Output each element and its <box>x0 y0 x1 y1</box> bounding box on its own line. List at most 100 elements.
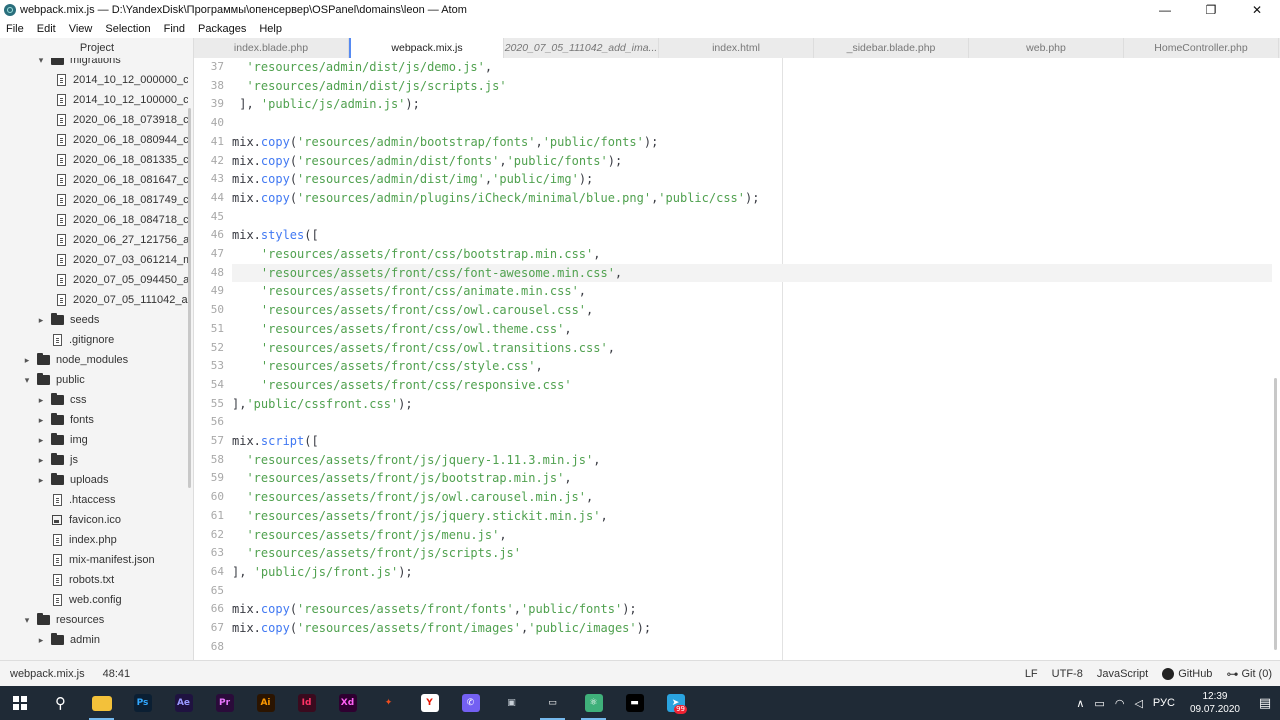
chevron-right-icon[interactable]: ▸ <box>36 315 46 326</box>
status-line-ending[interactable]: LF <box>1025 668 1038 680</box>
tray-chevron-up-icon[interactable]: ∧ <box>1076 697 1084 710</box>
menu-file[interactable]: File <box>0 23 31 35</box>
taskbar-app[interactable]: ▬ <box>614 686 655 720</box>
tree-file[interactable]: web.config <box>0 590 188 610</box>
chevron-right-icon[interactable]: ▸ <box>36 635 46 646</box>
status-encoding[interactable]: UTF-8 <box>1052 668 1083 680</box>
project-panel-header[interactable]: Project <box>0 38 193 58</box>
taskbar-app[interactable]: ➤ 99 <box>655 686 696 720</box>
tree-file[interactable]: 2020_07_05_111042_adc <box>0 290 188 310</box>
tree-file[interactable]: 2020_06_18_081647_crea <box>0 170 188 190</box>
tree-folder[interactable]: ▸ fonts <box>0 410 188 430</box>
tree-file[interactable]: 2020_07_05_094450_adc <box>0 270 188 290</box>
menu-view[interactable]: View <box>63 23 100 35</box>
close-button[interactable]: ✕ <box>1234 0 1280 20</box>
tree-file[interactable]: 2020_06_18_081335_crea <box>0 150 188 170</box>
line-number: 41 <box>210 134 224 148</box>
tree-folder[interactable]: ▾ resources <box>0 610 188 630</box>
taskbar-app[interactable]: Ae <box>163 686 204 720</box>
tree-file[interactable]: 2014_10_12_100000_crea <box>0 90 188 110</box>
status-cursor-position[interactable]: 48:41 <box>103 668 131 680</box>
tab-file[interactable]: 2020_07_05_111042_add_ima... <box>504 38 659 58</box>
taskbar-app[interactable]: ▭ <box>532 686 573 720</box>
tree-scrollbar[interactable] <box>188 108 191 488</box>
menu-find[interactable]: Find <box>158 23 192 35</box>
status-github[interactable]: GitHub <box>1162 668 1212 680</box>
status-file-name[interactable]: webpack.mix.js <box>10 668 85 680</box>
taskbar-app[interactable]: ▣ <box>491 686 532 720</box>
tree-item-label: fonts <box>70 414 94 426</box>
menu-packages[interactable]: Packages <box>192 23 253 35</box>
tree-file[interactable]: favicon.ico <box>0 510 188 530</box>
tree-file[interactable]: mix-manifest.json <box>0 550 188 570</box>
taskbar-app[interactable]: Y <box>409 686 450 720</box>
tree-file[interactable]: 2020_06_27_121756_adc <box>0 230 188 250</box>
start-button[interactable] <box>0 686 40 720</box>
tree-folder[interactable]: ▸ admin <box>0 630 188 650</box>
tree-file[interactable]: 2020_06_18_084718_crea <box>0 210 188 230</box>
tree-item-label: 2020_07_05_094450_adc <box>73 274 188 286</box>
taskbar-app[interactable]: ⚲ <box>40 686 81 720</box>
menu-selection[interactable]: Selection <box>99 23 157 35</box>
line-number: 42 <box>210 153 224 167</box>
tree-folder[interactable]: ▸ uploads <box>0 470 188 490</box>
tree-item-label: 2014_10_12_000000_crea <box>73 74 188 86</box>
tree-folder[interactable]: ▸ css <box>0 390 188 410</box>
volume-icon[interactable]: ◁ <box>1134 697 1142 710</box>
tab-file[interactable]: index.blade.php <box>194 38 349 58</box>
menu-edit[interactable]: Edit <box>31 23 63 35</box>
taskbar-app[interactable]: Ps <box>122 686 163 720</box>
tab-file[interactable]: web.php <box>969 38 1124 58</box>
tree-file[interactable]: 2020_06_18_073918_crea <box>0 110 188 130</box>
taskbar-app[interactable]: Ai <box>245 686 286 720</box>
notification-center-icon[interactable]: ▤ <box>1250 695 1280 711</box>
wifi-icon[interactable]: ◠ <box>1115 697 1125 710</box>
clock[interactable]: 12:39 09.07.2020 <box>1190 690 1240 716</box>
chevron-right-icon[interactable]: ▸ <box>36 455 46 466</box>
taskbar-app[interactable]: ✆ <box>450 686 491 720</box>
tree-folder[interactable]: ▾ public <box>0 370 188 390</box>
chevron-right-icon[interactable]: ▸ <box>36 395 46 406</box>
tree-file[interactable]: .htaccess <box>0 490 188 510</box>
tree-file[interactable]: 2020_07_03_061214_mal <box>0 250 188 270</box>
taskbar-app[interactable] <box>81 686 122 720</box>
taskbar-app[interactable]: ⚛ <box>573 686 614 720</box>
taskbar-app[interactable]: Id <box>286 686 327 720</box>
chevron-right-icon[interactable]: ▸ <box>22 355 32 366</box>
tab-active[interactable]: webpack.mix.js <box>349 38 504 58</box>
tab-file[interactable]: index.html <box>659 38 814 58</box>
chevron-down-icon[interactable]: ▾ <box>22 375 32 386</box>
code-editor[interactable]: 37 38 39 40 41 42 43 44 45 46 47 48 49 50 51 52 53 54 55 56… <box>194 58 1280 660</box>
status-grammar[interactable]: JavaScript <box>1097 668 1148 680</box>
tree-file[interactable]: .gitignore <box>0 330 188 350</box>
tree-folder[interactable]: ▸ node_modules <box>0 350 188 370</box>
code-token: ( <box>289 190 298 205</box>
tree-folder[interactable]: ▸ seeds <box>0 310 188 330</box>
tree-file[interactable]: robots.txt <box>0 570 188 590</box>
chevron-down-icon[interactable]: ▾ <box>22 615 32 626</box>
tree-file[interactable]: 2020_06_18_081749_crea <box>0 190 188 210</box>
tree-folder[interactable]: ▸ img <box>0 430 188 450</box>
minimize-button[interactable]: — <box>1142 0 1188 20</box>
tree-file[interactable]: 2014_10_12_000000_crea <box>0 70 188 90</box>
battery-icon[interactable]: ▭ <box>1094 697 1104 710</box>
taskbar-app[interactable]: ✦ <box>368 686 409 720</box>
taskbar-app[interactable]: Xd <box>327 686 368 720</box>
tab-file[interactable]: HomeController.php <box>1124 38 1279 58</box>
chevron-right-icon[interactable]: ▸ <box>36 475 46 486</box>
menu-help[interactable]: Help <box>253 23 289 35</box>
editor-scrollbar[interactable] <box>1274 378 1277 650</box>
input-language[interactable]: РУС <box>1153 697 1175 709</box>
chevron-right-icon[interactable]: ▸ <box>36 415 46 426</box>
status-git[interactable]: ⊶ Git (0) <box>1226 667 1272 681</box>
tree-file[interactable]: index.php <box>0 530 188 550</box>
tree-file[interactable]: 2020_06_18_080944_crea <box>0 130 188 150</box>
code-token: , <box>499 527 507 542</box>
maximize-button[interactable]: ❐ <box>1188 0 1234 20</box>
tree-folder[interactable]: ▸ js <box>0 450 188 470</box>
tab-file[interactable]: _sidebar.blade.php <box>814 38 969 58</box>
taskbar-app[interactable]: Pr <box>204 686 245 720</box>
chevron-right-icon[interactable]: ▸ <box>36 435 46 446</box>
